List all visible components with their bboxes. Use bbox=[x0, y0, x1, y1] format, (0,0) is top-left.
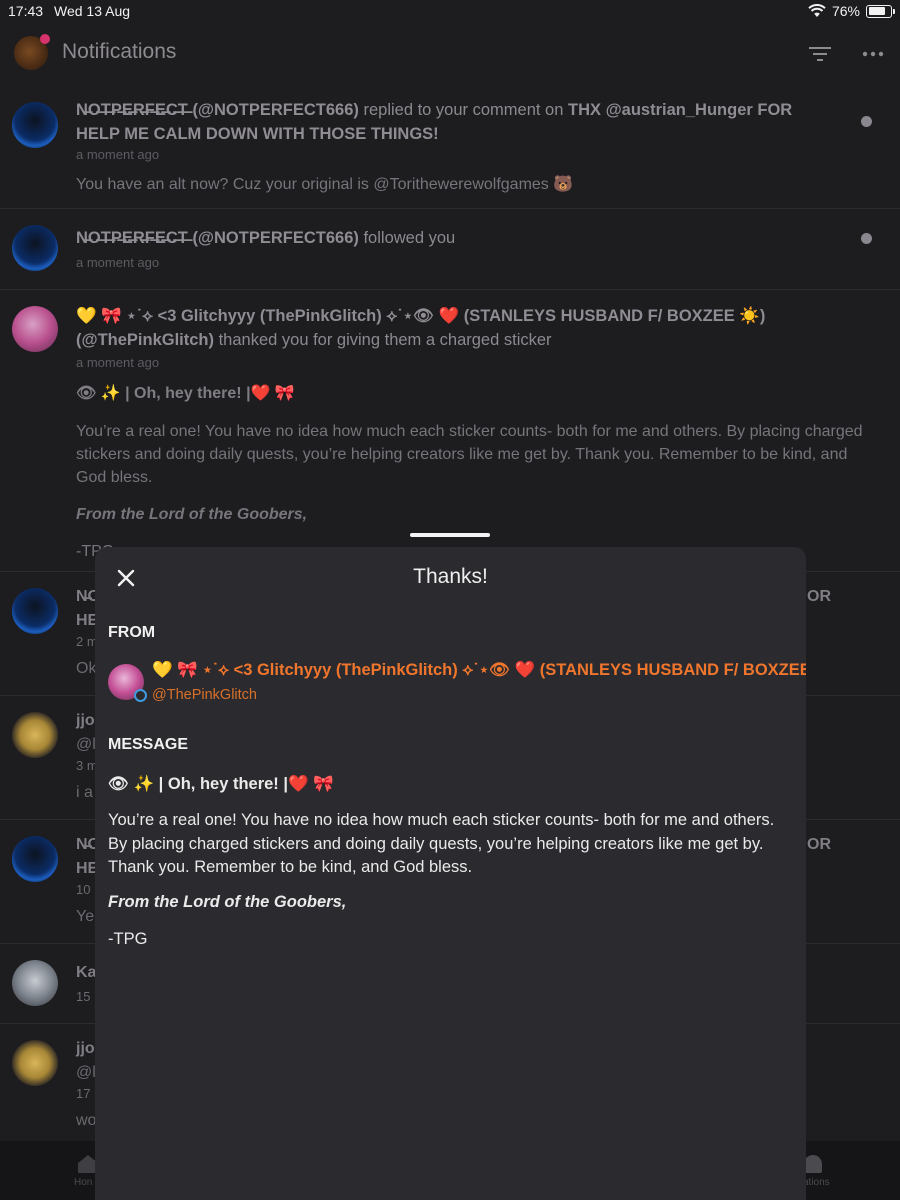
sender-avatar[interactable] bbox=[108, 664, 147, 702]
user-avatar[interactable] bbox=[12, 960, 58, 1006]
notification-time: a moment ago bbox=[76, 355, 160, 370]
message-label: MESSAGE bbox=[108, 736, 189, 753]
badge-icon bbox=[134, 689, 147, 702]
notification-text-fragment: @l bbox=[76, 1064, 96, 1081]
unread-indicator bbox=[861, 116, 872, 127]
user-avatar[interactable] bbox=[12, 836, 58, 882]
battery-percent: 76% bbox=[831, 3, 860, 19]
user-name: Ka bbox=[76, 964, 97, 981]
notification-action: thanked you for giving them a charged st… bbox=[214, 331, 552, 349]
notification-item[interactable]: 💛 🎀 ⋆˙⟡ <3 Glitchyyy (ThePinkGlitch) ⟡˙⋆… bbox=[0, 290, 900, 572]
notification-text-fragment: OR bbox=[807, 836, 831, 853]
bell-icon bbox=[804, 1155, 822, 1173]
notification-action: followed you bbox=[358, 229, 456, 247]
battery-icon bbox=[866, 4, 895, 18]
user-avatar[interactable] bbox=[12, 1040, 58, 1086]
notification-greeting: 👁 ✨ | Oh, hey there! |❤️ 🎀 bbox=[76, 385, 295, 402]
sheet-title: Thanks! bbox=[413, 565, 488, 588]
message-greeting: 👁 ✨ | Oh, hey there! |❤️ 🎀 bbox=[108, 775, 334, 793]
user-name[interactable]: 💛 🎀 ⋆˙⟡ <3 Glitchyyy (ThePinkGlitch) ⟡˙⋆… bbox=[76, 307, 765, 325]
status-time: 17:43 bbox=[8, 3, 44, 19]
app-header: Notifications bbox=[0, 28, 900, 84]
message-sign: -TPG bbox=[108, 930, 148, 948]
sender-name[interactable]: 💛 🎀 ⋆˙⟡ <3 Glitchyyy (ThePinkGlitch) ⟡˙⋆… bbox=[152, 660, 806, 680]
notification-action: replied to your comment on bbox=[358, 101, 568, 119]
notification-body: wo bbox=[76, 1112, 97, 1129]
user-avatar[interactable] bbox=[12, 225, 58, 271]
user-name[interactable]: N̶O̶T̶P̶E̶R̶F̶E̶C̶T̶ bbox=[76, 229, 188, 247]
wifi-icon bbox=[808, 4, 826, 17]
notification-text: N̶O̶T̶P̶E̶R̶F̶E̶C̶T̶ (@NOTPERFECT666) fo… bbox=[76, 226, 840, 250]
notification-time: 15 bbox=[76, 989, 91, 1004]
user-handle[interactable]: (@NOTPERFECT666) bbox=[192, 101, 358, 119]
user-name: jjo bbox=[76, 712, 95, 729]
notification-item[interactable]: N̶O̶T̶P̶E̶R̶F̶E̶C̶T̶ (@NOTPERFECT666) re… bbox=[0, 88, 900, 209]
notification-body: Ye bbox=[76, 908, 95, 925]
user-avatar[interactable] bbox=[12, 306, 58, 352]
user-handle[interactable]: (@NOTPERFECT666) bbox=[192, 229, 358, 247]
notification-time: 10 bbox=[76, 882, 91, 897]
notification-body: You’re a real one! You have no idea how … bbox=[76, 423, 863, 486]
sheet-grab-handle[interactable] bbox=[410, 533, 490, 537]
notification-text: 💛 🎀 ⋆˙⟡ <3 Glitchyyy (ThePinkGlitch) ⟡˙⋆… bbox=[76, 304, 780, 352]
notification-text-fragment: @l bbox=[76, 736, 96, 753]
user-name: jjo bbox=[76, 1040, 95, 1057]
filter-icon[interactable] bbox=[806, 42, 834, 66]
notification-time: a moment ago bbox=[76, 147, 160, 162]
notification-signoff: From the Lord of the Goobers, bbox=[76, 506, 308, 523]
status-right: 76% bbox=[808, 0, 895, 22]
page-title: Notifications bbox=[62, 40, 177, 63]
status-bar: 17:43 Wed 13 Aug 76% bbox=[0, 0, 900, 22]
notification-item[interactable]: N̶O̶T̶P̶E̶R̶F̶E̶C̶T̶ (@NOTPERFECT666) fo… bbox=[0, 209, 900, 290]
profile-avatar[interactable] bbox=[14, 34, 50, 70]
notification-body: i a bbox=[76, 784, 93, 801]
user-avatar[interactable] bbox=[12, 588, 58, 634]
status-date: Wed 13 Aug bbox=[54, 3, 131, 19]
user-name[interactable]: N̶O̶T̶P̶E̶R̶F̶E̶C̶T̶ bbox=[76, 101, 188, 119]
user-avatar[interactable] bbox=[12, 102, 58, 148]
notification-body: Ok bbox=[76, 660, 97, 677]
thanks-sheet: Thanks! FROM 💛 🎀 ⋆˙⟡ <3 Glitchyyy (ThePi… bbox=[95, 547, 806, 1200]
nav-notifications[interactable]: cations bbox=[798, 1155, 858, 1195]
user-avatar[interactable] bbox=[12, 712, 58, 758]
notification-time: a moment ago bbox=[76, 255, 160, 270]
message-body: You’re a real one! You have no idea how … bbox=[108, 811, 775, 876]
notification-dot bbox=[40, 34, 50, 44]
notification-time: 17 bbox=[76, 1086, 91, 1101]
message-signoff: From the Lord of the Goobers, bbox=[108, 893, 347, 911]
notification-text-fragment: OR bbox=[807, 588, 831, 605]
nav-notifications-label: cations bbox=[798, 1177, 830, 1188]
notification-text: N̶O̶T̶P̶E̶R̶F̶E̶C̶T̶ (@NOTPERFECT666) re… bbox=[76, 98, 840, 146]
unread-indicator bbox=[861, 233, 872, 244]
sender-handle[interactable]: @ThePinkGlitch bbox=[152, 687, 257, 703]
from-label: FROM bbox=[108, 624, 156, 641]
user-handle[interactable]: (@ThePinkGlitch) bbox=[76, 331, 214, 349]
notification-body: You have an alt now? Cuz your original i… bbox=[76, 176, 574, 193]
more-options-icon[interactable] bbox=[860, 42, 888, 66]
